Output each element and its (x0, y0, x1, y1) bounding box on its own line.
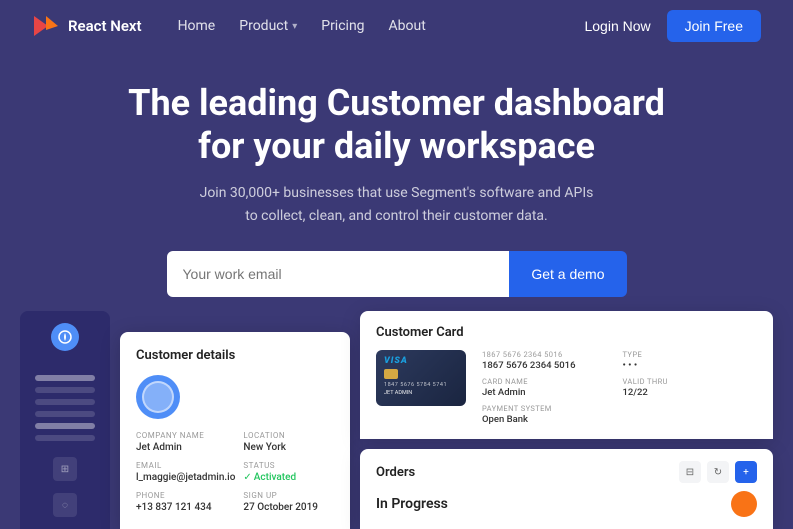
nav-link-pricing[interactable]: Pricing (321, 18, 364, 34)
orders-content: In Progress (376, 491, 757, 517)
customer-details-title: Customer details (136, 348, 334, 363)
sidebar-logo-icon (51, 323, 79, 351)
navbar: React Next Home Product ▾ Pricing About … (0, 0, 793, 52)
right-panels: Customer Card VISA 1847 5676 5784 5741 J… (360, 311, 773, 529)
hero-cta: Get a demo (167, 251, 627, 297)
join-button[interactable]: Join Free (667, 10, 761, 42)
sidebar-icons: ⊞ ◌ (28, 457, 102, 517)
add-button[interactable]: + (735, 461, 757, 483)
avatar-inner (142, 381, 174, 413)
credit-card-visual: VISA 1847 5676 5784 5741 JET ADMIN (376, 350, 466, 406)
field-signup: SIGN UP 27 October 2019 (243, 491, 334, 513)
sidebar-line (35, 423, 95, 429)
orders-panel: Orders ⊟ ↻ + In Progress (360, 449, 773, 529)
nav-link-home[interactable]: Home (178, 18, 216, 34)
customer-fields: COMPANY NAME Jet Admin LOCATION New York… (136, 431, 334, 513)
field-company: COMPANY NAME Jet Admin (136, 431, 235, 453)
cc-details-grid: 1867 5676 2364 5016 1867 5676 2364 5016 … (482, 350, 757, 425)
cc-chip (384, 369, 398, 379)
orders-actions: ⊟ ↻ + (679, 461, 757, 483)
sidebar-nav-lines (35, 375, 95, 441)
in-progress-label: In Progress (376, 496, 448, 512)
customer-details-card: Customer details COMPANY NAME Jet Admin … (120, 332, 350, 529)
cc-detail-type: TYPE • • • (623, 350, 758, 371)
cc-brand: VISA (384, 356, 458, 366)
customer-avatar (136, 375, 180, 419)
status-badge: ✓Activated (243, 472, 334, 483)
logo-text: React Next (68, 17, 142, 35)
get-demo-button[interactable]: Get a demo (509, 251, 626, 297)
sidebar-panel: ⊞ ◌ (20, 311, 110, 529)
field-location: LOCATION New York (243, 431, 334, 453)
nav-link-about[interactable]: About (389, 18, 426, 34)
chevron-down-icon: ▾ (292, 21, 297, 32)
sidebar-line (35, 399, 95, 405)
sidebar-icon-chart[interactable]: ◌ (53, 493, 77, 517)
nav-link-product[interactable]: Product ▾ (239, 18, 297, 34)
refresh-button[interactable]: ↻ (707, 461, 729, 483)
filter-button[interactable]: ⊟ (679, 461, 701, 483)
cc-holder: JET ADMIN (384, 390, 458, 396)
hero-subtext: Join 30,000+ businesses that use Segment… (197, 182, 597, 227)
credit-card-panel: Customer Card VISA 1847 5676 5784 5741 J… (360, 311, 773, 439)
hero-headline: The leading Customer dashboard for your … (20, 82, 773, 168)
orders-header: Orders ⊟ ↻ + (376, 461, 757, 483)
sidebar-line (35, 387, 95, 393)
field-phone: PHONE +13 837 121 434 (136, 491, 235, 513)
orders-title: Orders (376, 465, 415, 480)
email-input[interactable] (167, 251, 510, 297)
field-email: EMAIL l_maggie@jetadmin.io (136, 461, 235, 483)
credit-card-content: VISA 1847 5676 5784 5741 JET ADMIN 1867 … (376, 350, 757, 425)
cc-detail-name: CARD NAME Jet Admin (482, 377, 617, 398)
hero-section: The leading Customer dashboard for your … (0, 52, 793, 321)
order-avatar (731, 491, 757, 517)
nav-links: Home Product ▾ Pricing About (178, 18, 585, 34)
sidebar-line (35, 375, 95, 381)
sidebar-icon-grid[interactable]: ⊞ (53, 457, 77, 481)
logo[interactable]: React Next (32, 12, 142, 40)
main-content: React Next Home Product ▾ Pricing About … (0, 0, 793, 529)
sidebar-line (35, 435, 95, 441)
sidebar-line (35, 411, 95, 417)
logo-icon (32, 12, 60, 40)
credit-card-title: Customer Card (376, 325, 757, 340)
cc-detail-expiry: VALID THRU 12/22 (623, 377, 758, 398)
cc-detail-number: 1867 5676 2364 5016 1867 5676 2364 5016 (482, 350, 617, 371)
login-button[interactable]: Login Now (584, 18, 650, 34)
cc-number: 1847 5676 5784 5741 (384, 382, 458, 388)
field-status: STATUS ✓Activated (243, 461, 334, 483)
dashboard-preview: ⊞ ◌ Customer details COMPANY NAME Jet Ad… (0, 311, 793, 529)
nav-actions: Login Now Join Free (584, 10, 761, 42)
cc-detail-payment-system: PAYMENT SYSTEM Open Bank (482, 404, 617, 425)
